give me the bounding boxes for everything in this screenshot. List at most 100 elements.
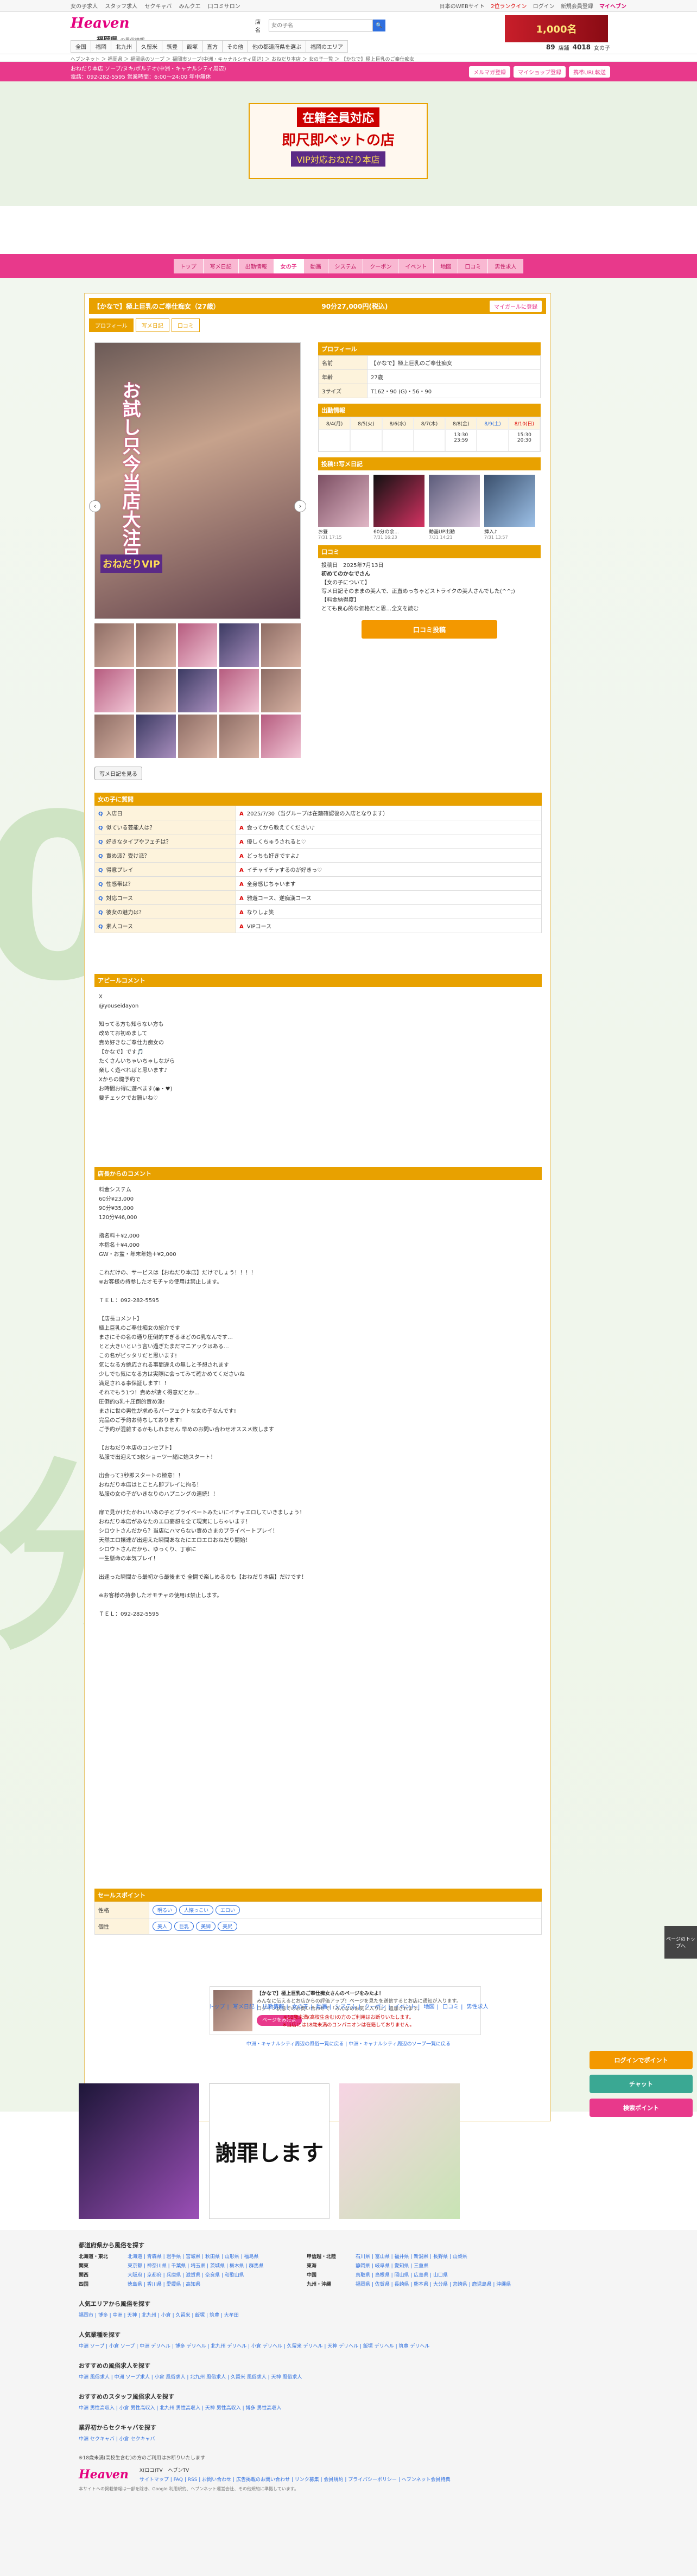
footer-links[interactable]: 福岡市 | 博多 | 中洲 | 天神 | 北九州 | 小倉 | 久留米 | 飯塚… [79, 2311, 618, 2320]
tab-diary[interactable]: 写メ日記 [135, 318, 169, 332]
gnav-item[interactable]: 福岡のエリア [306, 40, 348, 53]
topbar-link[interactable]: 口コミサロン [208, 4, 240, 10]
shopnav-item[interactable]: 写メ日記 [203, 258, 239, 273]
gnav-item[interactable]: 筑豊 [162, 40, 182, 53]
area-links[interactable]: 北海道 | 青森県 | 岩手県 | 宮城県 | 秋田県 | 山形県 | 福島県 [128, 2253, 307, 2262]
register-link[interactable]: 新規会員登録 [561, 4, 593, 10]
footer-links[interactable]: 中洲 風俗求人 | 中洲 ソープ求人 | 小倉 風俗求人 | 北九州 風俗求人 … [79, 2373, 618, 2382]
area-links[interactable]: 鳥取県 | 島根県 | 岡山県 | 広島県 | 山口県 [356, 2271, 535, 2280]
thumbnail[interactable] [136, 669, 176, 712]
footnav-link[interactable]: クーポン [364, 2004, 386, 2010]
footnav-link[interactable]: トップ [208, 2004, 225, 2010]
x-tv-link[interactable]: X(ロコ)TV [140, 2468, 163, 2473]
topbar-link[interactable]: 女の子求人 [71, 4, 98, 10]
topbar-link[interactable]: みんクエ [179, 4, 201, 10]
footnav-link[interactable]: 口コミ [442, 2004, 459, 2010]
thumbnail[interactable] [178, 715, 218, 758]
back-link[interactable]: 中洲・キャナルシティ周辺の風俗一覧に戻る [246, 2042, 344, 2047]
thumbnail[interactable] [219, 623, 259, 667]
sales-tag[interactable]: 美人 [153, 1922, 173, 1931]
breadcrumb[interactable]: ヘブンネット ＞ 福岡県 ＞ 福岡県のソープ ＞ 福岡市ソープ(中洲・キャナルシ… [0, 54, 697, 62]
footnav-link[interactable]: 女の子 [292, 2004, 308, 2010]
diary-item[interactable]: お昼 7/31 17:15 [318, 475, 369, 540]
thumbnail[interactable] [261, 715, 301, 758]
thumbnail[interactable] [219, 715, 259, 758]
shopnav-item[interactable]: イベント [398, 258, 434, 273]
gnav-item[interactable]: 他の都道府県を選ぶ [248, 40, 306, 53]
shopnav-item[interactable]: 出勤情報 [238, 258, 274, 273]
footnav-link[interactable]: システム [335, 2004, 357, 2010]
thumbnail[interactable] [136, 715, 176, 758]
mailmag-button[interactable]: メルマガ登録 [469, 66, 511, 78]
search-icon[interactable]: 🔍 [373, 20, 385, 31]
gnav-item[interactable]: 全国 [71, 40, 91, 53]
thumbnail[interactable] [94, 715, 134, 758]
sales-tag[interactable]: エロい [216, 1905, 240, 1915]
ad-banner[interactable] [339, 2083, 460, 2219]
sales-tag[interactable]: 明るい [153, 1905, 178, 1915]
shopnav-item[interactable]: クーポン [363, 258, 399, 273]
shopnav-item-active[interactable]: 女の子 [274, 258, 304, 273]
thumbnail[interactable] [261, 623, 301, 667]
diary-item[interactable]: 挿入♪ 7/31 13:57 [484, 475, 535, 540]
shopnav-item[interactable]: 口コミ [458, 258, 489, 273]
heaven-logo[interactable]: Heaven [71, 15, 130, 31]
diary-item[interactable]: 動画UP出勤 7/31 14:21 [429, 475, 480, 540]
topbar-link[interactable]: スタッフ求人 [105, 4, 137, 10]
topbar-link[interactable]: セクキャバ [144, 4, 172, 10]
thumbnail[interactable] [136, 623, 176, 667]
myshop-button[interactable]: マイショップ登録 [514, 66, 566, 78]
area-links[interactable]: 福岡県 | 佐賀県 | 長崎県 | 熊本県 | 大分県 | 宮崎県 | 鹿児島県… [356, 2280, 535, 2290]
gnav-item[interactable]: 直方 [202, 40, 223, 53]
gnav-item[interactable]: 福岡 [91, 40, 111, 53]
myheaven-link[interactable]: マイヘブン [599, 4, 626, 10]
favorite-button[interactable]: マイガールに登録 [490, 300, 542, 312]
diary-button[interactable]: 写メ日記を見る [94, 767, 142, 780]
area-links[interactable]: 東京都 | 神奈川県 | 千葉県 | 埼玉県 | 茨城県 | 栃木県 | 群馬県 [128, 2262, 307, 2271]
shopnav-item[interactable]: 男性求人 [488, 258, 524, 273]
gnav-item[interactable]: 北九州 [111, 40, 137, 53]
area-links[interactable]: 静岡県 | 岐阜県 | 愛知県 | 三重県 [356, 2262, 535, 2271]
sales-tag[interactable]: 人懐っこい [179, 1905, 214, 1915]
diary-item[interactable]: 60分の余... 7/31 16:23 [373, 475, 424, 540]
area-links[interactable]: 石川県 | 富山県 | 福井県 | 新潟県 | 長野県 | 山梨県 [356, 2253, 535, 2262]
thumbnail[interactable] [261, 669, 301, 712]
footer-links[interactable]: 中洲 セクキャバ | 小倉 セクキャバ [79, 2435, 618, 2444]
gnav-item[interactable]: その他 [222, 40, 248, 53]
footer-legal-links[interactable]: サイトマップ | FAQ | RSS | お問い合わせ | 広告掲載のお問い合わ… [140, 2476, 451, 2483]
prev-arrow-icon[interactable]: ‹ [89, 500, 101, 512]
shopnav-item[interactable]: トップ [173, 258, 204, 273]
header-banner[interactable]: 1,000名 [505, 15, 608, 42]
search-point-button[interactable]: 検索ポイント [590, 2099, 693, 2117]
login-link[interactable]: ログイン [533, 4, 555, 10]
tab-review[interactable]: 口コミ [171, 318, 200, 332]
tab-profile[interactable]: プロフィール [89, 318, 134, 332]
footnav-link[interactable]: 地図 [424, 2004, 435, 2010]
area-links[interactable]: 大阪府 | 京都府 | 兵庫県 | 滋賀県 | 奈良県 | 和歌山県 [128, 2271, 307, 2280]
footer-links[interactable]: 中洲 男性高収入 | 小倉 男性高収入 | 北九州 男性高収入 | 天神 男性高… [79, 2404, 618, 2413]
girl-main-photo[interactable]: お試し只今当店大注目 おねだりVIP ‹ › [89, 342, 306, 619]
sales-tag[interactable]: 美脚 [196, 1922, 216, 1931]
back-link[interactable]: 中洲・キャナルシティ周辺のソープ一覧に戻る [348, 2042, 451, 2047]
thumbnail[interactable] [178, 623, 218, 667]
next-arrow-icon[interactable]: › [294, 500, 306, 512]
ad-banner[interactable]: 謝罪します [209, 2083, 330, 2219]
footnav-link[interactable]: 男性求人 [467, 2004, 489, 2010]
ad-banner[interactable] [79, 2083, 199, 2219]
mobile-url-button[interactable]: 携帯URL転送 [569, 66, 610, 78]
footnav-link[interactable]: イベント [394, 2004, 416, 2010]
area-links[interactable]: 徳島県 | 香川県 | 愛媛県 | 高知県 [128, 2280, 307, 2290]
footnav-link[interactable]: 出勤情報 [262, 2004, 284, 2010]
footer-links[interactable]: 中洲 ソープ | 小倉 ソープ | 中洲 デリヘル | 博多 デリヘル | 北九… [79, 2342, 618, 2351]
shopnav-item[interactable]: 動画 [303, 258, 328, 273]
gnav-item[interactable]: 飯塚 [182, 40, 202, 53]
footnav-link[interactable]: 動画 [316, 2004, 327, 2010]
thumbnail[interactable] [94, 623, 134, 667]
heaven-tv-link[interactable]: ヘブンTV [168, 2468, 189, 2473]
shopnav-item[interactable]: システム [328, 258, 364, 273]
review-post-button[interactable]: 口コミ投稿 [362, 620, 497, 639]
page-top-button[interactable]: ページのトップへ [664, 1926, 697, 1959]
footnav-link[interactable]: 写メ日記 [233, 2004, 255, 2010]
thumbnail[interactable] [219, 669, 259, 712]
sales-tag[interactable]: 美尻 [218, 1922, 238, 1931]
